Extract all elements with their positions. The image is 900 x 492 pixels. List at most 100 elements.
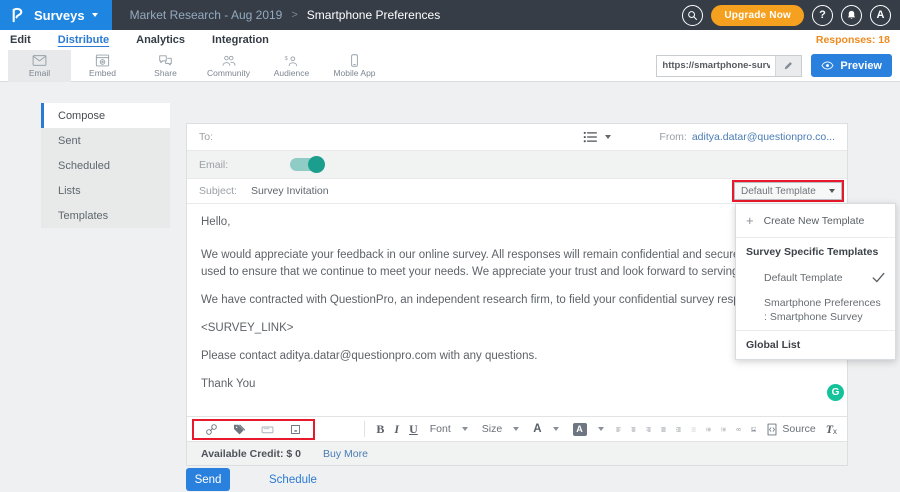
- preview-button[interactable]: Preview: [811, 54, 892, 77]
- edit-url-button[interactable]: [775, 56, 801, 76]
- email-toggle-row: Email:: [187, 151, 847, 179]
- account-avatar[interactable]: A: [870, 5, 891, 26]
- channel-tab-label: Mobile App: [333, 68, 375, 78]
- insert-image-icon[interactable]: [751, 423, 756, 436]
- menu-option-smartphone-preferences[interactable]: Smartphone Preferences : Smartphone Surv…: [736, 290, 895, 330]
- chevron-down-icon: [92, 13, 98, 17]
- source-button[interactable]: Source: [766, 423, 815, 436]
- channel-tab-label: Audience: [274, 68, 309, 78]
- channel-tab-label: Share: [154, 68, 177, 78]
- nav-item-distribute[interactable]: Distribute: [58, 34, 109, 46]
- subject-row: Subject: Survey Invitation Default Templ…: [187, 179, 847, 204]
- channel-tab-label: Email: [29, 68, 50, 78]
- channel-tab-community[interactable]: Community: [197, 50, 260, 82]
- channel-tab-share[interactable]: Share: [134, 50, 197, 82]
- menu-option-default-template[interactable]: Default Template: [736, 266, 895, 290]
- remove-format-button[interactable]: T x: [826, 422, 837, 437]
- bold-button[interactable]: B: [376, 422, 384, 437]
- bulleted-list-icon[interactable]: [706, 423, 711, 436]
- subject-input-value[interactable]: Survey Invitation: [251, 185, 329, 197]
- menu-item-create-new-template[interactable]: + Create New Template: [736, 204, 895, 237]
- survey-url-input[interactable]: [657, 60, 775, 71]
- template-dropdown-menu: + Create New Template Survey Specific Te…: [735, 203, 896, 360]
- questionpro-logo-icon: [8, 6, 27, 25]
- italic-button[interactable]: I: [394, 422, 399, 437]
- hyperlink-icon[interactable]: [736, 423, 741, 436]
- eye-icon: [821, 61, 834, 70]
- plus-icon: +: [746, 213, 754, 228]
- channel-tab-mobile-app[interactable]: Mobile App: [323, 50, 386, 82]
- insert-tags-icon[interactable]: [233, 423, 246, 436]
- share-bubbles-icon: [158, 54, 173, 67]
- email-sidebar: Compose Sent Scheduled Lists Templates: [41, 103, 170, 228]
- source-label: Source: [782, 423, 815, 435]
- send-button[interactable]: Send: [186, 468, 230, 491]
- font-dropdown-label: Font: [430, 423, 451, 435]
- template-select[interactable]: Default Template: [734, 182, 842, 200]
- to-label: To:: [199, 131, 213, 143]
- contact-list-icon[interactable]: [583, 131, 598, 143]
- align-justify-icon[interactable]: [661, 423, 666, 436]
- nav-item-integration[interactable]: Integration: [212, 34, 269, 46]
- list-chevron-down-icon[interactable]: [605, 135, 611, 139]
- credit-row: Available Credit: $ 0 Buy More: [187, 441, 847, 465]
- preview-label: Preview: [840, 60, 882, 72]
- channel-tab-label: Embed: [89, 68, 116, 78]
- sidebar-item-lists[interactable]: Lists: [41, 178, 170, 203]
- text-color-button[interactable]: A: [533, 423, 558, 435]
- channel-tab-audience[interactable]: $ Audience: [260, 50, 323, 82]
- email-toggle-switch[interactable]: [290, 158, 324, 171]
- responses-count[interactable]: Responses: 18: [816, 34, 890, 46]
- product-name: Surveys: [34, 8, 85, 23]
- sidebar-item-scheduled[interactable]: Scheduled: [41, 153, 170, 178]
- decrease-indent-icon[interactable]: [691, 423, 696, 436]
- sidebar-item-templates[interactable]: Templates: [41, 203, 170, 228]
- svg-text:3: 3: [721, 430, 722, 432]
- search-button[interactable]: [682, 5, 703, 26]
- font-family-dropdown[interactable]: Font: [430, 423, 468, 435]
- mobile-phone-icon: [347, 54, 362, 67]
- checkmark-icon: [872, 272, 885, 283]
- menu-section-survey-specific: Survey Specific Templates: [736, 238, 895, 266]
- avatar-letter: A: [877, 9, 885, 21]
- nav-item-analytics[interactable]: Analytics: [136, 34, 185, 46]
- insert-embed-icon[interactable]: [289, 423, 302, 436]
- align-right-icon[interactable]: [646, 423, 651, 436]
- create-new-template-label: Create New Template: [764, 215, 865, 227]
- embed-window-icon: [95, 54, 110, 67]
- schedule-button[interactable]: Schedule: [269, 474, 317, 486]
- buy-more-link[interactable]: Buy More: [323, 448, 368, 460]
- breadcrumb: Market Research - Aug 2019 > Smartphone …: [130, 8, 441, 22]
- grammarly-icon[interactable]: G: [827, 384, 844, 401]
- font-size-dropdown[interactable]: Size: [482, 423, 519, 435]
- chevron-down-icon: [513, 427, 519, 431]
- channel-tab-email[interactable]: Email: [8, 50, 71, 82]
- underline-button[interactable]: U: [409, 422, 418, 437]
- help-button[interactable]: ?: [812, 5, 833, 26]
- source-document-icon: [766, 423, 778, 436]
- align-center-icon[interactable]: [631, 423, 636, 436]
- remove-format-t: T: [826, 422, 833, 437]
- numbered-list-icon[interactable]: 123: [721, 423, 726, 436]
- from-address[interactable]: aditya.datar@questionpro.co...: [692, 131, 835, 143]
- remove-format-x: x: [833, 427, 837, 436]
- notifications-button[interactable]: [841, 5, 862, 26]
- to-field-row[interactable]: To: From: aditya.datar@questionpro.co...: [187, 124, 847, 151]
- menu-section-global-list[interactable]: Global List: [736, 331, 895, 359]
- background-color-button[interactable]: A: [573, 423, 604, 436]
- breadcrumb-folder[interactable]: Market Research - Aug 2019: [130, 8, 283, 22]
- insert-link-icon[interactable]: [205, 423, 218, 436]
- upgrade-now-button[interactable]: Upgrade Now: [711, 5, 804, 26]
- to-row-actions: From: aditya.datar@questionpro.co...: [583, 131, 835, 143]
- sidebar-item-compose[interactable]: Compose: [41, 103, 170, 128]
- sidebar-item-sent[interactable]: Sent: [41, 128, 170, 153]
- increase-indent-icon[interactable]: [676, 423, 681, 436]
- grammarly-letter: G: [832, 387, 840, 398]
- insert-tools-annotation-box: [192, 419, 315, 440]
- align-left-icon[interactable]: [616, 423, 621, 436]
- nav-item-edit[interactable]: Edit: [10, 34, 31, 46]
- channel-tab-embed[interactable]: Embed: [71, 50, 134, 82]
- breadcrumb-survey-name[interactable]: Smartphone Preferences: [307, 8, 440, 22]
- surveys-product-menu[interactable]: Surveys: [0, 0, 112, 30]
- insert-email-card-icon[interactable]: [261, 423, 274, 436]
